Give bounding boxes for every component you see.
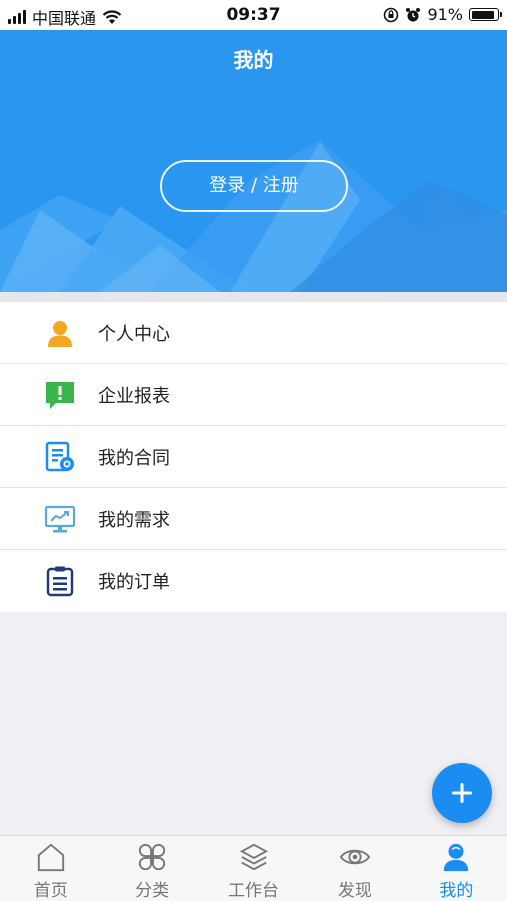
bottom-tab-bar: 首页 分类 工作台 发现 我的	[0, 835, 507, 901]
tab-label: 发现	[337, 881, 372, 901]
monitor-chart-icon	[43, 502, 77, 536]
tab-label: 工作台	[228, 881, 280, 901]
menu-list: 个人中心 企业报表 我的合同 我的需求 我的订单	[0, 302, 507, 612]
menu-item-my-needs[interactable]: 我的需求	[0, 488, 507, 550]
menu-item-label: 我的需求	[98, 510, 170, 531]
menu-item-enterprise-report[interactable]: 企业报表	[0, 364, 507, 426]
tab-category[interactable]: 分类	[101, 836, 202, 901]
tab-discover[interactable]: 发现	[304, 836, 405, 901]
status-bar: 中国联通 09:37 91%	[0, 0, 507, 30]
layers-icon	[239, 843, 268, 871]
menu-item-my-contracts[interactable]: 我的合同	[0, 426, 507, 488]
contract-icon	[43, 440, 77, 474]
tab-label: 分类	[135, 881, 170, 901]
menu-item-label: 个人中心	[98, 324, 170, 345]
menu-item-my-orders[interactable]: 我的订单	[0, 550, 507, 612]
tab-label: 我的	[439, 881, 474, 901]
menu-item-label: 我的合同	[98, 448, 170, 469]
home-icon	[37, 843, 64, 872]
rotation-lock-icon	[384, 7, 399, 22]
add-button[interactable]	[432, 763, 492, 823]
plus-icon	[452, 783, 472, 803]
login-register-button[interactable]: 登录 / 注册	[160, 160, 348, 212]
alarm-icon	[406, 7, 421, 21]
tab-workbench[interactable]: 工作台	[203, 836, 304, 901]
battery-percent: 91%	[427, 5, 463, 24]
battery-icon	[469, 8, 502, 21]
tab-home[interactable]: 首页	[0, 836, 101, 901]
user-icon	[444, 843, 469, 872]
clipboard-icon	[43, 564, 77, 598]
report-message-icon	[43, 378, 77, 412]
person-icon	[43, 316, 77, 350]
category-icon	[139, 843, 166, 871]
tab-label: 首页	[33, 881, 68, 901]
menu-item-label: 我的订单	[98, 572, 170, 593]
eye-icon	[339, 849, 371, 865]
page-title: 我的	[233, 48, 274, 72]
menu-item-personal-center[interactable]: 个人中心	[0, 302, 507, 364]
tab-mine[interactable]: 我的	[406, 836, 507, 901]
status-right: 91%	[383, 5, 502, 24]
menu-item-label: 企业报表	[98, 386, 170, 407]
header-divider	[0, 292, 507, 302]
profile-header: 我的 登录 / 注册	[0, 30, 507, 292]
